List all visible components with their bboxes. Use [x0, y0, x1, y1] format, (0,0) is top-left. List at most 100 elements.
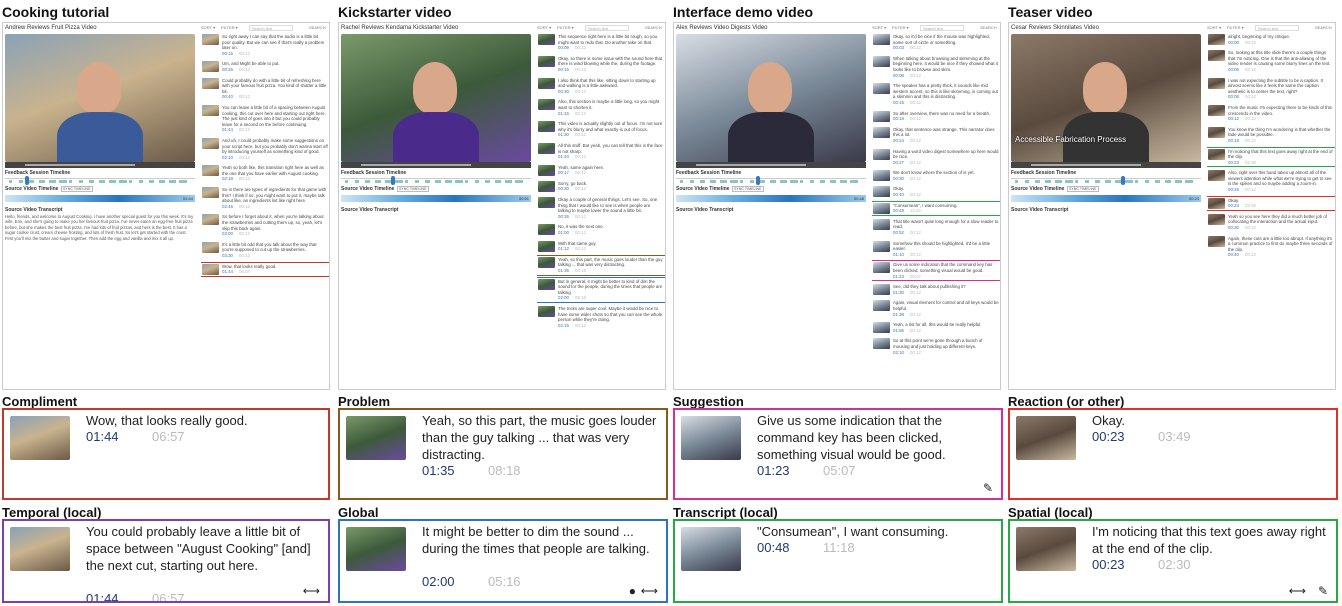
comment-item[interactable]: Yeah, same again here. 00:17 00:12: [537, 164, 665, 177]
range-arrow-icon[interactable]: ⟷: [641, 584, 658, 598]
video-controls[interactable]: [1011, 162, 1201, 168]
comment-timestamp[interactable]: 00:23 03:49: [1228, 203, 1334, 209]
comment-item[interactable]: Wow, that looks really good. 01:44 06:57: [201, 261, 329, 277]
comment-item[interactable]: From the music I'm expecting there to be…: [1207, 104, 1335, 123]
timeline-marker[interactable]: [1121, 176, 1125, 185]
comment-timestamp[interactable]: 00:03 00:12: [893, 45, 999, 51]
globe-icon[interactable]: ●: [629, 584, 636, 598]
comment-item[interactable]: Give us some indication that the command…: [872, 260, 1000, 282]
comment-item[interactable]: That title wasn't quite long enough for …: [872, 218, 1000, 237]
range-arrow-icon[interactable]: ⟷: [303, 584, 320, 598]
comment-item[interactable]: Yeah so both like, this transition right…: [201, 164, 329, 183]
comment-timestamp[interactable]: 00:09 00:12: [558, 45, 664, 51]
comment-item[interactable]: Okay. 00:23 03:49: [1207, 195, 1335, 211]
comment-item[interactable]: Sorry, go back. 00:30 00:12: [537, 180, 665, 193]
sort-button[interactable]: SORT ▾: [872, 25, 886, 30]
comment-timestamp[interactable]: 03:30 00:12: [222, 253, 328, 259]
feedback-timeline[interactable]: [1011, 176, 1201, 185]
comment-timestamp[interactable]: 01:44 06:57: [222, 269, 328, 275]
filter-button[interactable]: FILTER ▾: [221, 25, 238, 30]
comment-item[interactable]: With that same guy. 01:12 00:12: [537, 240, 665, 253]
search-input[interactable]: Search text: [249, 25, 293, 31]
scrub-bar[interactable]: [696, 164, 806, 166]
comment-timestamp[interactable]: 02:45 00:12: [222, 204, 328, 210]
scrub-bar[interactable]: [361, 164, 471, 166]
comment-timestamp[interactable]: 00:18 00:12: [1228, 138, 1334, 144]
scrub-bar[interactable]: [25, 164, 135, 166]
comment-timestamp[interactable]: 01:23 05:07: [893, 274, 999, 280]
search-button[interactable]: SEARCH: [1315, 25, 1332, 30]
timeline-marker[interactable]: [391, 176, 395, 185]
edit-icon[interactable]: ✎: [983, 481, 993, 495]
comment-timestamp[interactable]: 00:15 00:12: [893, 100, 999, 106]
comment-item[interactable]: This video is actually slightly out of f…: [537, 120, 665, 139]
comment-timestamp[interactable]: 01:15 00:12: [558, 111, 664, 117]
comment-timestamp[interactable]: 00:30 00:12: [1228, 225, 1334, 231]
comment-item[interactable]: Yeah, so this part, the music goes loude…: [537, 254, 665, 276]
comment-timestamp[interactable]: 01:30 00:12: [558, 132, 664, 138]
comment-timestamp[interactable]: 00:40 00:12: [222, 94, 328, 100]
comment-timestamp[interactable]: 00:40 00:12: [893, 192, 999, 198]
comment-timestamp[interactable]: 00:15 00:12: [558, 67, 664, 73]
comment-timestamp[interactable]: 03:00 00:12: [222, 231, 328, 237]
filter-button[interactable]: FILTER ▾: [892, 25, 909, 30]
comment-item[interactable]: Okay a couple of general things. Let's s…: [537, 196, 665, 220]
edit-icon[interactable]: ✎: [1318, 584, 1328, 598]
comment-timestamp[interactable]: 00:35 00:12: [558, 214, 664, 220]
comment-timestamp[interactable]: 01:00 00:12: [558, 230, 664, 236]
comment-timestamp[interactable]: 00:08 00:12: [893, 73, 999, 79]
comment-timestamp[interactable]: 00:08 00:12: [1228, 94, 1334, 100]
feedback-timeline[interactable]: [341, 176, 531, 185]
comment-item[interactable]: I also think that this like, sitting dow…: [537, 77, 665, 96]
comment-timestamp[interactable]: 01:38 00:12: [893, 312, 999, 318]
search-button[interactable]: SEARCH: [645, 25, 662, 30]
comment-item[interactable]: Yeah so you see here they did a much bet…: [1207, 213, 1335, 232]
comment-timestamp[interactable]: 01:56 00:12: [893, 328, 999, 334]
comment-item[interactable]: And uh, I could probably make some sugge…: [201, 137, 329, 161]
comment-item[interactable]: The tricks are super cool. Maybe it woul…: [537, 305, 665, 329]
comment-timestamp[interactable]: 00:23 02:30: [1228, 160, 1334, 166]
comment-timestamp[interactable]: 00:30 00:12: [558, 89, 664, 95]
comment-item[interactable]: No, it was the next one. 01:00 00:12: [537, 223, 665, 236]
comment-item[interactable]: Okay, that sentence was strange. This na…: [872, 126, 1000, 145]
comment-timestamp[interactable]: 01:44 00:12: [222, 127, 328, 133]
filter-button[interactable]: FILTER ▾: [1227, 25, 1244, 30]
example-timestamp[interactable]: 01:44: [86, 591, 119, 601]
comment-item[interactable]: So at this point we're gone through a bu…: [872, 337, 1000, 356]
source-video-timeline[interactable]: [341, 195, 531, 202]
comment-item[interactable]: Okay, so it'd be nice if the mouse was h…: [872, 33, 1000, 52]
comment-item[interactable]: Again, visual element for control and al…: [872, 299, 1000, 318]
search-input[interactable]: Search text: [585, 25, 629, 31]
comment-timestamp[interactable]: 00:15 00:12: [222, 51, 328, 57]
example-timestamp[interactable]: 00:23: [1092, 557, 1125, 572]
comment-timestamp[interactable]: 00:00 00:12: [1228, 40, 1334, 46]
comment-item[interactable]: Um, and Might be able to put. 00:26 00:12: [201, 60, 329, 73]
feedback-timeline[interactable]: [676, 176, 866, 185]
comment-item[interactable]: Again, these cuts are a little too abrup…: [1207, 235, 1335, 259]
sync-timeline-button[interactable]: SYNC TIMELINE: [397, 186, 429, 192]
example-timestamp[interactable]: 01:35: [422, 463, 455, 478]
comment-item[interactable]: All this stuff. But yeah, you can tell t…: [537, 142, 665, 161]
scrub-bar[interactable]: [1031, 164, 1141, 166]
video-player[interactable]: [5, 34, 195, 162]
comment-item[interactable]: Also, right over this hand takes up almo…: [1207, 169, 1335, 193]
comment-item[interactable]: So before I forget about it, when you're…: [201, 213, 329, 237]
comment-item[interactable]: Somehow this should be highlighted, it'd…: [872, 240, 1000, 259]
comment-item[interactable]: But in general, it might be better to ki…: [537, 276, 665, 303]
comment-item[interactable]: I was not expecting the subtitle to be a…: [1207, 77, 1335, 101]
comment-timestamp[interactable]: 00:40 00:12: [1228, 252, 1334, 258]
filter-button[interactable]: FILTER ▾: [557, 25, 574, 30]
example-timestamp[interactable]: 02:00: [422, 574, 455, 589]
sync-timeline-button[interactable]: SYNC TIMELINE: [1067, 186, 1099, 192]
sort-button[interactable]: SORT ▾: [1207, 25, 1221, 30]
video-player[interactable]: Accessible Fabrication Process: [1011, 34, 1201, 162]
comment-timestamp[interactable]: 00:52 00:12: [893, 230, 999, 236]
sync-timeline-button[interactable]: SYNC TIMELINE: [732, 186, 764, 192]
comment-timestamp[interactable]: 00:27 00:12: [893, 160, 999, 166]
range-arrow-icon[interactable]: ⟷: [1289, 584, 1306, 598]
comment-item[interactable]: Having a word video digest somewhere up …: [872, 148, 1000, 167]
sort-button[interactable]: SORT ▾: [537, 25, 551, 30]
comment-item[interactable]: I'm noticing that this text goes away ri…: [1207, 146, 1335, 168]
timeline-marker[interactable]: [756, 176, 760, 185]
feedback-timeline[interactable]: [5, 176, 195, 185]
